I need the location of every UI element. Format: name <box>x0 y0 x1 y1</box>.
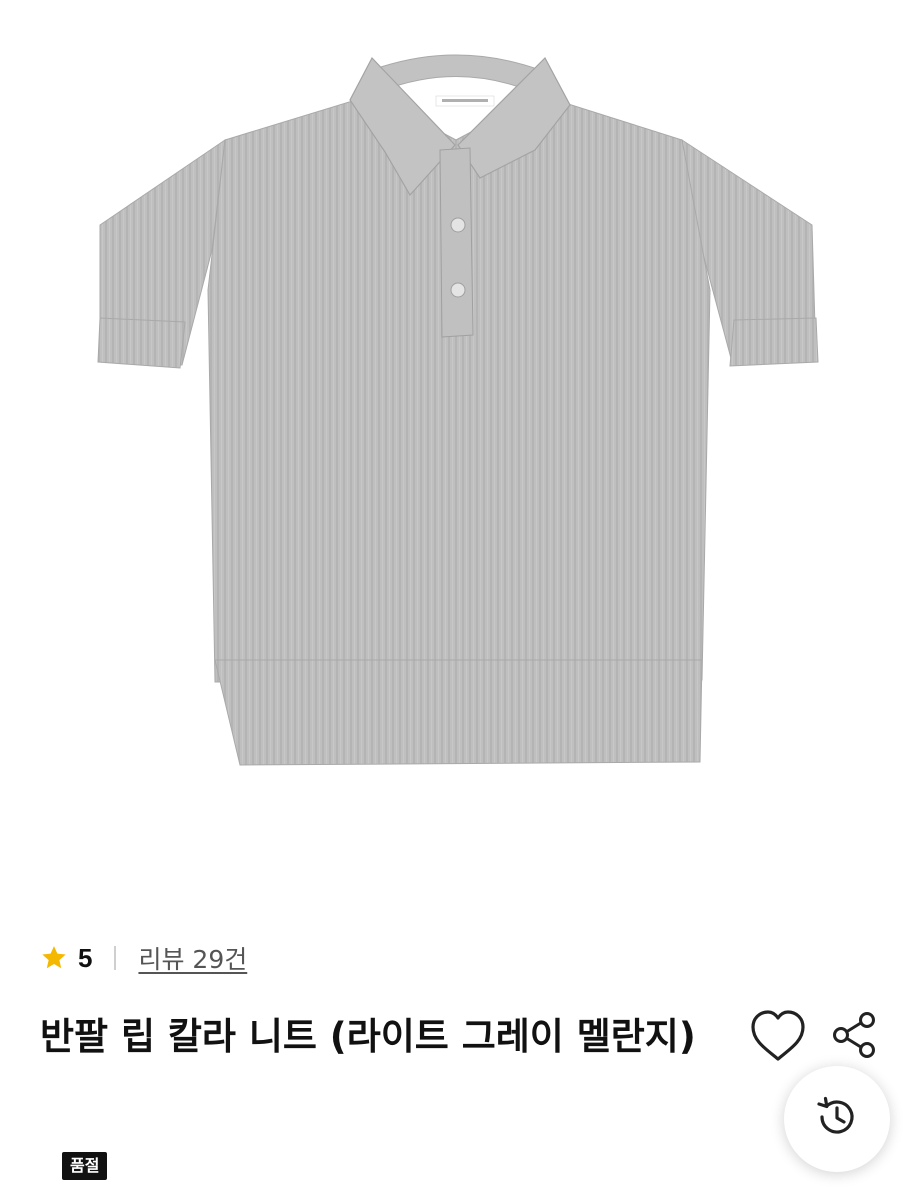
product-image <box>0 0 919 900</box>
history-icon <box>814 1094 860 1144</box>
rating-divider <box>114 946 117 970</box>
share-icon[interactable] <box>830 1010 880 1060</box>
rating-row: 5 리뷰 29건 <box>40 938 247 978</box>
heart-icon[interactable] <box>748 1008 808 1064</box>
knit-polo-shirt-photo <box>97 54 819 766</box>
review-count-link[interactable]: 리뷰 29건 <box>138 940 247 976</box>
recently-viewed-button[interactable] <box>784 1066 890 1172</box>
soldout-badge: 품절 <box>62 1152 108 1180</box>
star-icon <box>40 944 68 972</box>
rating-value: 5 <box>78 942 93 973</box>
product-title: 반팔 립 칼라 니트 (라이트 그레이 멜란지) <box>40 1015 696 1058</box>
